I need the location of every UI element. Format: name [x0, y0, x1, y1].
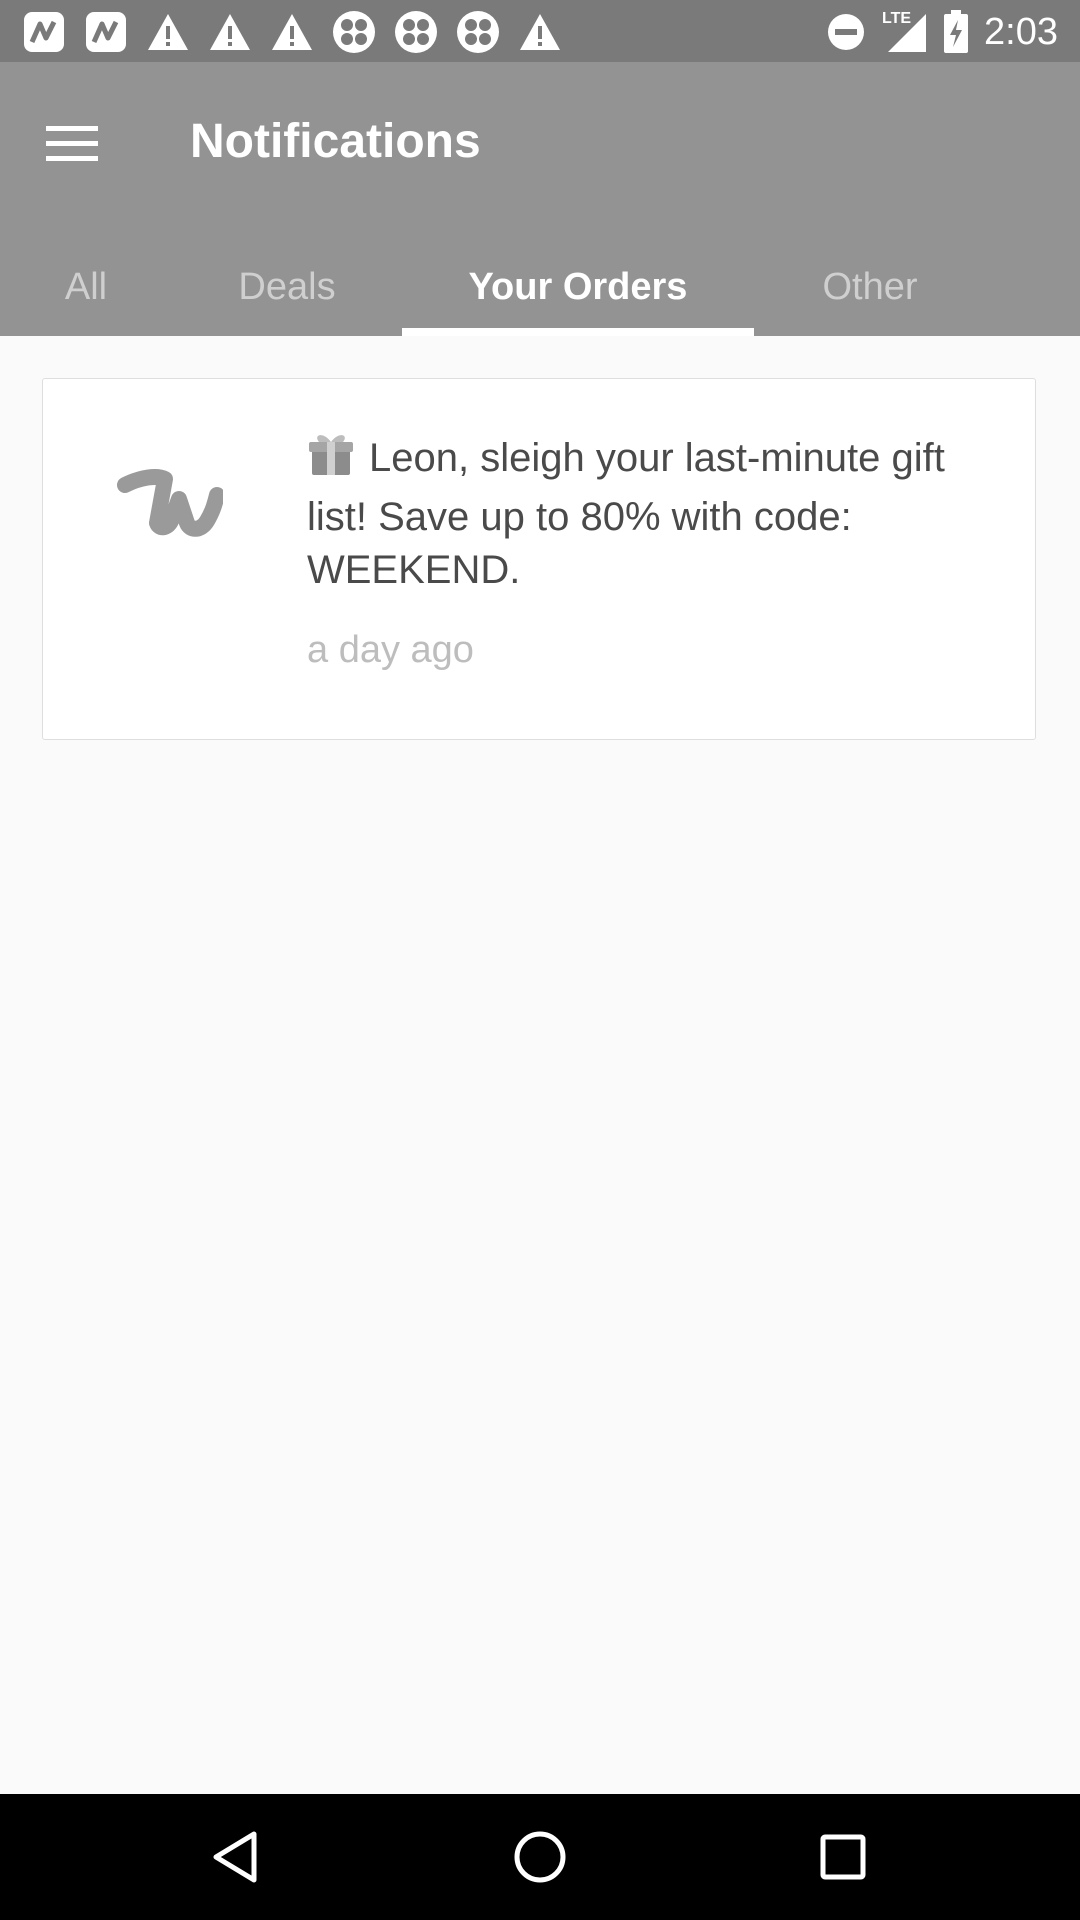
signal-icon: LTE [882, 10, 928, 54]
notification-card[interactable]: Leon, sleigh your last-minute gift list!… [42, 378, 1036, 740]
menu-button[interactable] [30, 102, 114, 186]
clover-icon [332, 10, 376, 54]
app-bar: Notifications All Deals Your Orders Othe… [0, 62, 1080, 336]
warning-icon [208, 10, 252, 54]
back-button[interactable] [190, 1822, 280, 1892]
tab-label: Your Orders [468, 265, 688, 308]
hamburger-menu-icon [46, 126, 98, 161]
tab-your-orders[interactable]: Your Orders [402, 238, 754, 336]
tab-label: All [64, 265, 108, 308]
status-right-icons: LTE 2:03 [824, 10, 1058, 54]
network-type-label: LTE [882, 10, 912, 27]
app-icon [22, 10, 66, 54]
gift-icon [307, 429, 355, 491]
tab-label: Other [822, 265, 918, 308]
back-icon [213, 1831, 257, 1883]
app-icon [84, 10, 128, 54]
navigation-bar [0, 1794, 1080, 1920]
notification-timestamp: a day ago [307, 629, 474, 671]
status-time: 2:03 [984, 11, 1058, 53]
recents-button[interactable] [798, 1822, 888, 1892]
battery-charging-icon [942, 10, 970, 54]
do-not-disturb-icon [824, 10, 868, 54]
page-title: Notifications [190, 115, 481, 168]
tab-other[interactable]: Other [800, 238, 940, 336]
recents-icon [820, 1834, 866, 1880]
home-icon [514, 1831, 566, 1883]
status-bar: LTE 2:03 [0, 0, 1080, 62]
tab-label: Deals [238, 265, 336, 308]
wish-logo-icon [113, 459, 225, 549]
clover-icon [456, 10, 500, 54]
active-tab-indicator [402, 328, 754, 336]
tab-deals[interactable]: Deals [210, 238, 364, 336]
warning-icon [146, 10, 190, 54]
home-button[interactable] [495, 1822, 585, 1892]
warning-icon [270, 10, 314, 54]
tab-bar: All Deals Your Orders Other [0, 238, 1080, 336]
status-left-icons [22, 10, 562, 54]
notification-message: Leon, sleigh your last-minute gift list!… [307, 429, 987, 597]
warning-icon [518, 10, 562, 54]
notification-message-text: Leon, sleigh your last-minute gift list!… [307, 436, 945, 592]
clover-icon [394, 10, 438, 54]
tab-all[interactable]: All [30, 238, 142, 336]
